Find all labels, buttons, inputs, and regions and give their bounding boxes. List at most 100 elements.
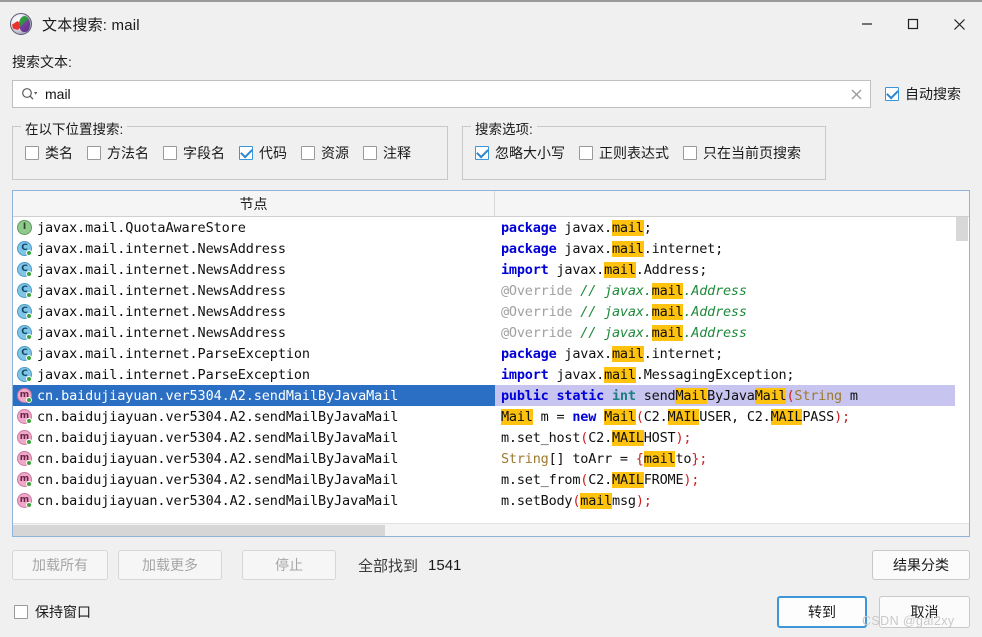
- close-icon[interactable]: [936, 2, 982, 46]
- checkbox-method-name[interactable]: 方法名: [87, 143, 149, 163]
- table-row[interactable]: Cjavax.mail.internet.NewsAddress @Overrid…: [13, 280, 969, 301]
- checkbox-resource-box[interactable]: [301, 146, 315, 160]
- cell-node[interactable]: Cjavax.mail.internet.NewsAddress: [13, 301, 495, 322]
- search-results-table[interactable]: 节点 Ijavax.mail.QuotaAwareStore package ja…: [12, 190, 970, 537]
- cell-node[interactable]: m cn.baidujiayuan.ver5304.A2.sendMailByJa…: [13, 427, 495, 448]
- table-row[interactable]: m cn.baidujiayuan.ver5304.A2.sendMailByJa…: [13, 406, 969, 427]
- cell-node[interactable]: m cn.baidujiayuan.ver5304.A2.sendMailByJa…: [13, 448, 495, 469]
- code-token: );: [834, 408, 850, 425]
- cell-code[interactable]: m.set_from(C2.MAILFROME);: [495, 469, 969, 490]
- checkbox-field-name-label: 字段名: [183, 145, 225, 161]
- load-all-button[interactable]: 加载所有: [12, 550, 108, 580]
- code-token: javax.: [564, 345, 612, 362]
- cell-node[interactable]: m cn.baidujiayuan.ver5304.A2.sendMailByJa…: [13, 385, 495, 406]
- checkbox-method-name-box[interactable]: [87, 146, 101, 160]
- table-row[interactable]: m cn.baidujiayuan.ver5304.A2.sendMailByJa…: [13, 469, 969, 490]
- checkbox-current-page-only[interactable]: 只在当前页搜索: [683, 143, 801, 163]
- code-token: {: [635, 450, 644, 467]
- maximize-icon[interactable]: [890, 2, 936, 46]
- node-label: javax.mail.internet.NewsAddress: [37, 240, 286, 257]
- cell-code[interactable]: package javax.mail;: [495, 217, 969, 238]
- table-row[interactable]: Cjavax.mail.internet.NewsAddress @Overrid…: [13, 322, 969, 343]
- checkbox-regex[interactable]: 正则表达式: [579, 143, 669, 163]
- checkbox-resource[interactable]: 资源: [301, 143, 349, 163]
- cell-code[interactable]: package javax.mail.internet;: [495, 343, 969, 364]
- results-horizontal-scroll-thumb[interactable]: [13, 525, 385, 536]
- goto-button[interactable]: 转到: [777, 596, 867, 628]
- table-row[interactable]: Cjavax.mail.internet.ParseException packa…: [13, 343, 969, 364]
- table-row[interactable]: m cn.baidujiayuan.ver5304.A2.sendMailByJa…: [13, 448, 969, 469]
- auto-search-checkbox[interactable]: 自动搜索: [885, 84, 961, 104]
- stop-button[interactable]: 停止: [242, 550, 336, 580]
- table-row[interactable]: Cjavax.mail.internet.NewsAddress @Overrid…: [13, 301, 969, 322]
- code-match-highlight: MAIL: [612, 471, 644, 488]
- search-icon[interactable]: [21, 86, 39, 102]
- cell-code[interactable]: package javax.mail.internet;: [495, 238, 969, 259]
- checkbox-ignore-case[interactable]: 忽略大小写: [475, 143, 565, 163]
- class-icon: C: [17, 346, 32, 361]
- cell-code[interactable]: import javax.mail.Address;: [495, 259, 969, 280]
- auto-search-checkbox-box[interactable]: [885, 87, 899, 101]
- column-header-code[interactable]: [495, 191, 969, 216]
- cell-code[interactable]: @Override // javax.mail.Address: [495, 322, 969, 343]
- table-row[interactable]: m cn.baidujiayuan.ver5304.A2.sendMailByJa…: [13, 385, 969, 406]
- code-token: m.setBody: [501, 492, 573, 509]
- cell-code[interactable]: @Override // javax.mail.Address: [495, 301, 969, 322]
- code-snippet: @Override // javax.mail.Address: [501, 282, 747, 299]
- cell-node[interactable]: Cjavax.mail.internet.ParseException: [13, 364, 495, 385]
- load-more-button[interactable]: 加载更多: [118, 550, 222, 580]
- checkbox-regex-box[interactable]: [579, 146, 593, 160]
- checkbox-ignore-case-box[interactable]: [475, 146, 489, 160]
- results-vertical-scroll-thumb[interactable]: [956, 217, 968, 241]
- table-row[interactable]: m cn.baidujiayuan.ver5304.A2.sendMailByJa…: [13, 490, 969, 511]
- table-row[interactable]: Cjavax.mail.internet.ParseException impor…: [13, 364, 969, 385]
- cancel-button[interactable]: 取消: [879, 596, 970, 628]
- table-row[interactable]: Cjavax.mail.internet.NewsAddress import j…: [13, 259, 969, 280]
- cell-code[interactable]: public static int sendMailByJavaMail(Str…: [495, 385, 969, 406]
- table-row[interactable]: Cjavax.mail.internet.NewsAddress package …: [13, 238, 969, 259]
- checkbox-field-name[interactable]: 字段名: [163, 143, 225, 163]
- cell-code[interactable]: @Override // javax.mail.Address: [495, 280, 969, 301]
- checkbox-ignore-case-label: 忽略大小写: [495, 145, 565, 161]
- column-header-node[interactable]: 节点: [13, 191, 495, 216]
- minimize-icon[interactable]: [844, 2, 890, 46]
- cell-node[interactable]: Cjavax.mail.internet.NewsAddress: [13, 280, 495, 301]
- code-token: package: [501, 345, 565, 362]
- cell-node[interactable]: m cn.baidujiayuan.ver5304.A2.sendMailByJa…: [13, 406, 495, 427]
- cell-code[interactable]: m.set_host(C2.MAILHOST);: [495, 427, 969, 448]
- checkbox-field-name-box[interactable]: [163, 146, 177, 160]
- table-row[interactable]: m cn.baidujiayuan.ver5304.A2.sendMailByJa…: [13, 427, 969, 448]
- search-input[interactable]: mail: [12, 80, 871, 108]
- cell-node[interactable]: Cjavax.mail.internet.ParseException: [13, 343, 495, 364]
- checkbox-comment-box[interactable]: [363, 146, 377, 160]
- cell-node[interactable]: Ijavax.mail.QuotaAwareStore: [13, 217, 495, 238]
- checkbox-code[interactable]: 代码: [239, 143, 287, 163]
- checkbox-current-page-only-box[interactable]: [683, 146, 697, 160]
- cell-code[interactable]: String[] toArr = {mailto};: [495, 448, 969, 469]
- cell-node[interactable]: m cn.baidujiayuan.ver5304.A2.sendMailByJa…: [13, 469, 495, 490]
- code-token: ByJava: [707, 387, 755, 404]
- code-match-highlight: Mail: [675, 387, 708, 404]
- cell-node[interactable]: Cjavax.mail.internet.NewsAddress: [13, 322, 495, 343]
- cell-node[interactable]: Cjavax.mail.internet.NewsAddress: [13, 238, 495, 259]
- code-match-highlight: MAIL: [667, 408, 700, 425]
- checkbox-code-box[interactable]: [239, 146, 253, 160]
- cell-code[interactable]: m.setBody(mailmsg);: [495, 490, 969, 511]
- table-row[interactable]: Ijavax.mail.QuotaAwareStore package javax…: [13, 217, 969, 238]
- cell-node[interactable]: Cjavax.mail.internet.NewsAddress: [13, 259, 495, 280]
- keep-window-checkbox[interactable]: 保持窗口: [14, 602, 91, 622]
- checkbox-comment[interactable]: 注释: [363, 143, 411, 163]
- code-match-highlight: mail: [651, 303, 684, 320]
- cell-code[interactable]: import javax.mail.MessagingException;: [495, 364, 969, 385]
- node-label: javax.mail.internet.NewsAddress: [37, 261, 286, 278]
- checkbox-class-name[interactable]: 类名: [25, 143, 73, 163]
- checkbox-class-name-box[interactable]: [25, 146, 39, 160]
- classify-results-button[interactable]: 结果分类: [872, 550, 970, 580]
- results-vertical-scrollbar[interactable]: [955, 217, 969, 536]
- cell-code[interactable]: Mail m = new Mail(C2.MAILUSER, C2.MAILPA…: [495, 406, 969, 427]
- keep-window-checkbox-box[interactable]: [14, 605, 28, 619]
- results-horizontal-scrollbar[interactable]: [13, 523, 969, 536]
- cell-node[interactable]: m cn.baidujiayuan.ver5304.A2.sendMailByJa…: [13, 490, 495, 511]
- clear-icon[interactable]: [842, 81, 870, 107]
